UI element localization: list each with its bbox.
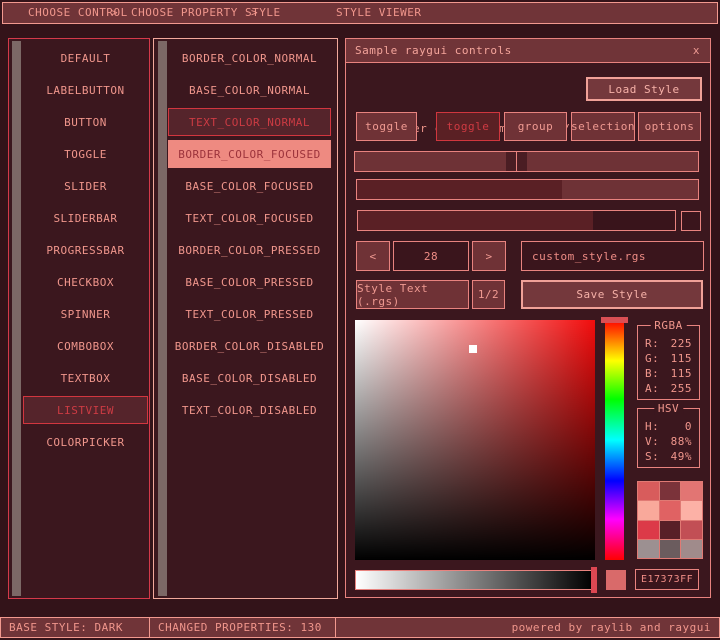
controls-listview: DEFAULT LABELBUTTON BUTTON TOGGLE SLIDER SLID… bbox=[8, 38, 150, 599]
hue-handle[interactable] bbox=[601, 317, 628, 323]
value-row: R:225 bbox=[638, 336, 699, 351]
sample-controls-window: Sample raygui controls x rGuiStyler gith… bbox=[345, 38, 711, 598]
property-item-border_color_normal[interactable]: BORDER_COLOR_NORMAL bbox=[168, 44, 331, 72]
hex-color-input[interactable] bbox=[635, 569, 699, 590]
toggle-button-toggle-1[interactable]: toggle bbox=[436, 112, 500, 141]
property-item-base_color_focused[interactable]: BASE_COLOR_FOCUSED bbox=[168, 172, 331, 200]
spinner-decrement-button[interactable]: < bbox=[356, 241, 390, 271]
hue-slider[interactable] bbox=[605, 320, 624, 560]
property-item-text_color_normal[interactable]: TEXT_COLOR_NORMAL bbox=[168, 108, 331, 136]
palette-swatch[interactable] bbox=[638, 540, 659, 558]
property-item-text_color_disabled[interactable]: TEXT_COLOR_DISABLED bbox=[168, 396, 331, 424]
filename-input[interactable] bbox=[521, 241, 704, 271]
sliderbar-fill bbox=[357, 180, 562, 199]
properties-scrollbar[interactable] bbox=[158, 41, 167, 596]
palette-swatch[interactable] bbox=[681, 501, 702, 519]
window-titlebar: Sample raygui controls x bbox=[346, 39, 710, 63]
sidebar-item-colorpicker[interactable]: COLORPICKER bbox=[23, 428, 148, 456]
rgba-rows: R:225G:115B:115A:255 bbox=[638, 336, 699, 396]
hsv-rows: H:0V:88%S:49% bbox=[638, 419, 699, 464]
property-item-border_color_disabled[interactable]: BORDER_COLOR_DISABLED bbox=[168, 332, 331, 360]
controls-list: DEFAULT LABELBUTTON BUTTON TOGGLE SLIDER SLID… bbox=[23, 44, 148, 460]
alpha-slider[interactable] bbox=[355, 570, 593, 590]
rguistyler-app: CHOOSE CONTROL > CHOOSE PROPERTY STYLE >… bbox=[0, 0, 720, 640]
hsv-title: HSV bbox=[654, 402, 683, 415]
slider[interactable] bbox=[354, 151, 699, 172]
sidebar-item-combobox[interactable]: COMBOBOX bbox=[23, 332, 148, 360]
palette-swatch[interactable] bbox=[681, 482, 702, 500]
sidebar-item-listview[interactable]: LISTVIEW bbox=[23, 396, 148, 424]
property-item-text_color_focused[interactable]: TEXT_COLOR_FOCUSED bbox=[168, 204, 331, 232]
palette-swatch[interactable] bbox=[681, 540, 702, 558]
hsv-groupbox: HSV H:0V:88%S:49% bbox=[637, 408, 700, 468]
sidebar-item-spinner[interactable]: SPINNER bbox=[23, 300, 148, 328]
property-item-text_color_pressed[interactable]: TEXT_COLOR_PRESSED bbox=[168, 300, 331, 328]
sidebar-item-textbox[interactable]: TEXTBOX bbox=[23, 364, 148, 392]
step-style-viewer: STYLE VIEWER bbox=[336, 3, 421, 22]
toggle-button-options-4[interactable]: options bbox=[638, 112, 701, 141]
current-color-swatch bbox=[606, 570, 626, 590]
sidebar-item-labelbutton[interactable]: LABELBUTTON bbox=[23, 76, 148, 104]
palette-swatch[interactable] bbox=[660, 521, 681, 539]
checkbox[interactable] bbox=[681, 211, 701, 231]
palette-swatch[interactable] bbox=[681, 521, 702, 539]
step-choose-property-style: CHOOSE PROPERTY STYLE bbox=[131, 3, 281, 22]
save-style-button[interactable]: Save Style bbox=[521, 280, 703, 309]
toggle-button-group-2[interactable]: group bbox=[504, 112, 567, 141]
rgba-groupbox: RGBA R:225G:115B:115A:255 bbox=[637, 325, 700, 400]
property-item-border_color_pressed[interactable]: BORDER_COLOR_PRESSED bbox=[168, 236, 331, 264]
chevron-right-icon: > bbox=[251, 3, 258, 22]
page-indicator-button[interactable]: 1/2 bbox=[472, 280, 505, 309]
window-title: Sample raygui controls bbox=[355, 39, 512, 62]
slider-handle[interactable] bbox=[506, 152, 527, 171]
close-icon[interactable]: x bbox=[693, 39, 700, 62]
sidebar-item-toggle[interactable]: TOGGLE bbox=[23, 140, 148, 168]
sidebar-item-default[interactable]: DEFAULT bbox=[23, 44, 148, 72]
properties-list: BORDER_COLOR_NORMAL BASE_COLOR_NORMAL TEXT… bbox=[168, 44, 331, 428]
sidebar-item-checkbox[interactable]: CHECKBOX bbox=[23, 268, 148, 296]
palette-swatch[interactable] bbox=[638, 482, 659, 500]
value-row: H:0 bbox=[638, 419, 699, 434]
property-item-base_color_normal[interactable]: BASE_COLOR_NORMAL bbox=[168, 76, 331, 104]
color-cursor[interactable] bbox=[469, 345, 477, 353]
palette-swatch[interactable] bbox=[638, 521, 659, 539]
status-powered-by: powered by raylib and raygui bbox=[335, 617, 720, 638]
sidebar-item-sliderbar[interactable]: SLIDERBAR bbox=[23, 204, 148, 232]
palette-swatch[interactable] bbox=[660, 501, 681, 519]
chevron-right-icon: > bbox=[111, 3, 118, 22]
spinner-value[interactable]: 28 bbox=[393, 241, 469, 271]
load-style-button[interactable]: Load Style bbox=[586, 77, 702, 101]
toggle-button-toggle-0[interactable]: toggle bbox=[356, 112, 417, 141]
palette-swatch[interactable] bbox=[660, 540, 681, 558]
progressbar bbox=[357, 210, 676, 231]
toggle-button-selection-3[interactable]: selection bbox=[571, 112, 635, 141]
value-row: B:115 bbox=[638, 366, 699, 381]
property-item-base_color_pressed[interactable]: BASE_COLOR_PRESSED bbox=[168, 268, 331, 296]
value-row: G:115 bbox=[638, 351, 699, 366]
sidebar-item-button[interactable]: BUTTON bbox=[23, 108, 148, 136]
style-color-palette bbox=[637, 481, 703, 559]
value-row: A:255 bbox=[638, 381, 699, 396]
rgba-title: RGBA bbox=[650, 319, 687, 332]
breadcrumb: CHOOSE CONTROL > CHOOSE PROPERTY STYLE >… bbox=[2, 2, 718, 24]
palette-swatch[interactable] bbox=[660, 482, 681, 500]
color-saturation-value-picker[interactable] bbox=[355, 320, 595, 560]
alpha-handle[interactable] bbox=[591, 567, 597, 593]
spinner-increment-button[interactable]: > bbox=[472, 241, 506, 271]
palette-swatch[interactable] bbox=[638, 501, 659, 519]
status-changed-properties: CHANGED PROPERTIES: 130 bbox=[149, 617, 336, 638]
sliderbar[interactable] bbox=[356, 179, 699, 200]
sidebar-item-progressbar[interactable]: PROGRESSBAR bbox=[23, 236, 148, 264]
progressbar-fill bbox=[358, 211, 593, 230]
property-item-border_color_focused[interactable]: BORDER_COLOR_FOCUSED bbox=[168, 140, 331, 168]
value-row: V:88% bbox=[638, 434, 699, 449]
controls-scrollbar[interactable] bbox=[12, 41, 21, 596]
sidebar-item-slider[interactable]: SLIDER bbox=[23, 172, 148, 200]
properties-listview: BORDER_COLOR_NORMAL BASE_COLOR_NORMAL TEXT… bbox=[153, 38, 338, 599]
value-row: S:49% bbox=[638, 449, 699, 464]
status-base-style: BASE STYLE: DARK bbox=[0, 617, 150, 638]
style-text-button[interactable]: Style Text (.rgs) bbox=[356, 280, 469, 309]
property-item-base_color_disabled[interactable]: BASE_COLOR_DISABLED bbox=[168, 364, 331, 392]
